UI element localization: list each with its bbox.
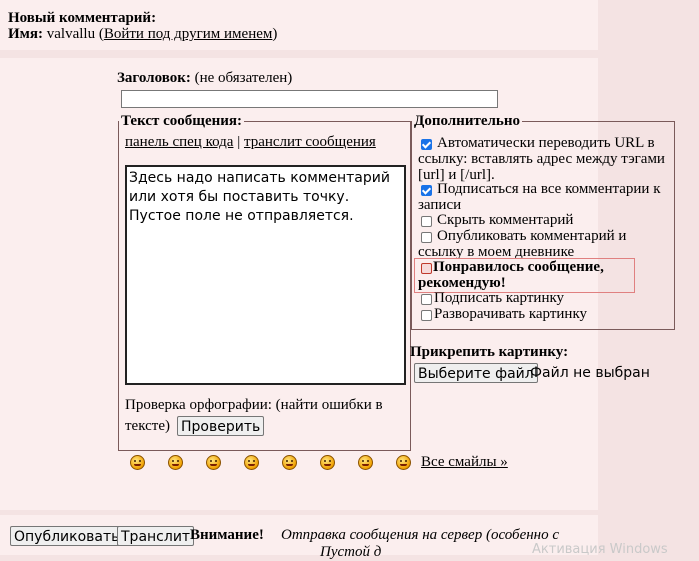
windows-activation-watermark: Активация Windows [532, 542, 668, 557]
sign-picture-checkbox[interactable] [421, 294, 432, 305]
auto-url-label-2: ссылку: вставлять адрес между тэгами [418, 151, 665, 167]
publish-button[interactable]: Опубликовать [10, 526, 124, 546]
no-file-text: Файл не выбран [530, 365, 650, 381]
subscribe-label-1: Подписаться на все комментарии к [437, 181, 661, 197]
grin-smiley-icon[interactable] [130, 455, 145, 470]
cool-smiley-icon[interactable] [320, 455, 335, 470]
message-textarea[interactable]: Здесь надо написать комментарий или хотя… [125, 165, 406, 385]
translit-button[interactable]: Транслит [117, 526, 195, 546]
expand-picture-label: Разворачивать картинку [434, 306, 588, 322]
all-smileys-link[interactable]: Все смайлы » [421, 454, 508, 471]
tools-separator: | [237, 134, 241, 150]
subject-input[interactable] [121, 90, 498, 108]
publish-diary-label-1: Опубликовать комментарий и [437, 228, 627, 244]
laugh-smiley-icon[interactable] [282, 455, 297, 470]
hide-comment-checkbox[interactable] [421, 216, 432, 227]
new-comment-title: Новый комментарий: [8, 10, 157, 26]
auto-url-checkbox[interactable] [421, 139, 432, 150]
tongue-smiley-icon[interactable] [358, 455, 373, 470]
name-label: Имя: [8, 26, 43, 42]
subject-label-row: Заголовок: (не обязателен) [117, 70, 292, 87]
name-row: Имя: valvallu (Войти под другим именем) [8, 26, 277, 43]
extra-legend: Дополнительно [414, 113, 520, 129]
hide-comment-label: Скрыть комментарий [437, 212, 574, 228]
spellcheck-line-1: Проверка орфографии: (найти ошибки в [125, 397, 383, 413]
special-code-link[interactable]: панель спец кода [125, 134, 233, 150]
subject-label: Заголовок: [117, 70, 191, 86]
username: valvallu [46, 26, 96, 42]
worried-smiley-icon[interactable] [244, 455, 259, 470]
smile-smiley-icon[interactable] [206, 455, 221, 470]
attach-picture-label: Прикрепить картинку: [410, 344, 569, 360]
warning-label: Внимание! [190, 527, 264, 543]
auto-url-label-1: Автоматически переводить URL в [437, 135, 655, 151]
subscribe-label-2: записи [418, 197, 462, 213]
spellcheck-line-2: тексте) [125, 418, 170, 434]
message-legend: Текст сообщения: [121, 113, 243, 129]
login-other-link[interactable]: Войти под другим именем [104, 26, 273, 42]
subscribe-checkbox[interactable] [421, 185, 432, 196]
close-paren: ) [272, 26, 278, 42]
recommend-checkbox[interactable] [421, 263, 432, 274]
translit-link[interactable]: транслит сообщения [244, 134, 376, 150]
recommend-label-2: рекомендую! [418, 275, 506, 291]
recommend-label-1: Понравилось сообщение, [433, 259, 604, 275]
publish-diary-checkbox[interactable] [421, 232, 432, 243]
warning-text: Отправка сообщения на сервер (особенно с [281, 527, 560, 543]
expand-picture-checkbox[interactable] [421, 310, 432, 321]
warning-text-2: Пустой д [320, 544, 382, 560]
message-tools: панель спец кода | транслит сообщения [125, 134, 376, 151]
spellcheck-button[interactable]: Проверить [177, 416, 265, 436]
surprised-smiley-icon[interactable] [396, 455, 411, 470]
confused-smiley-icon[interactable] [168, 455, 183, 470]
choose-file-button[interactable]: Выберите файл [414, 363, 538, 383]
sign-picture-label: Подписать картинку [434, 290, 565, 306]
subject-optional-note: (не обязателен) [194, 70, 293, 86]
